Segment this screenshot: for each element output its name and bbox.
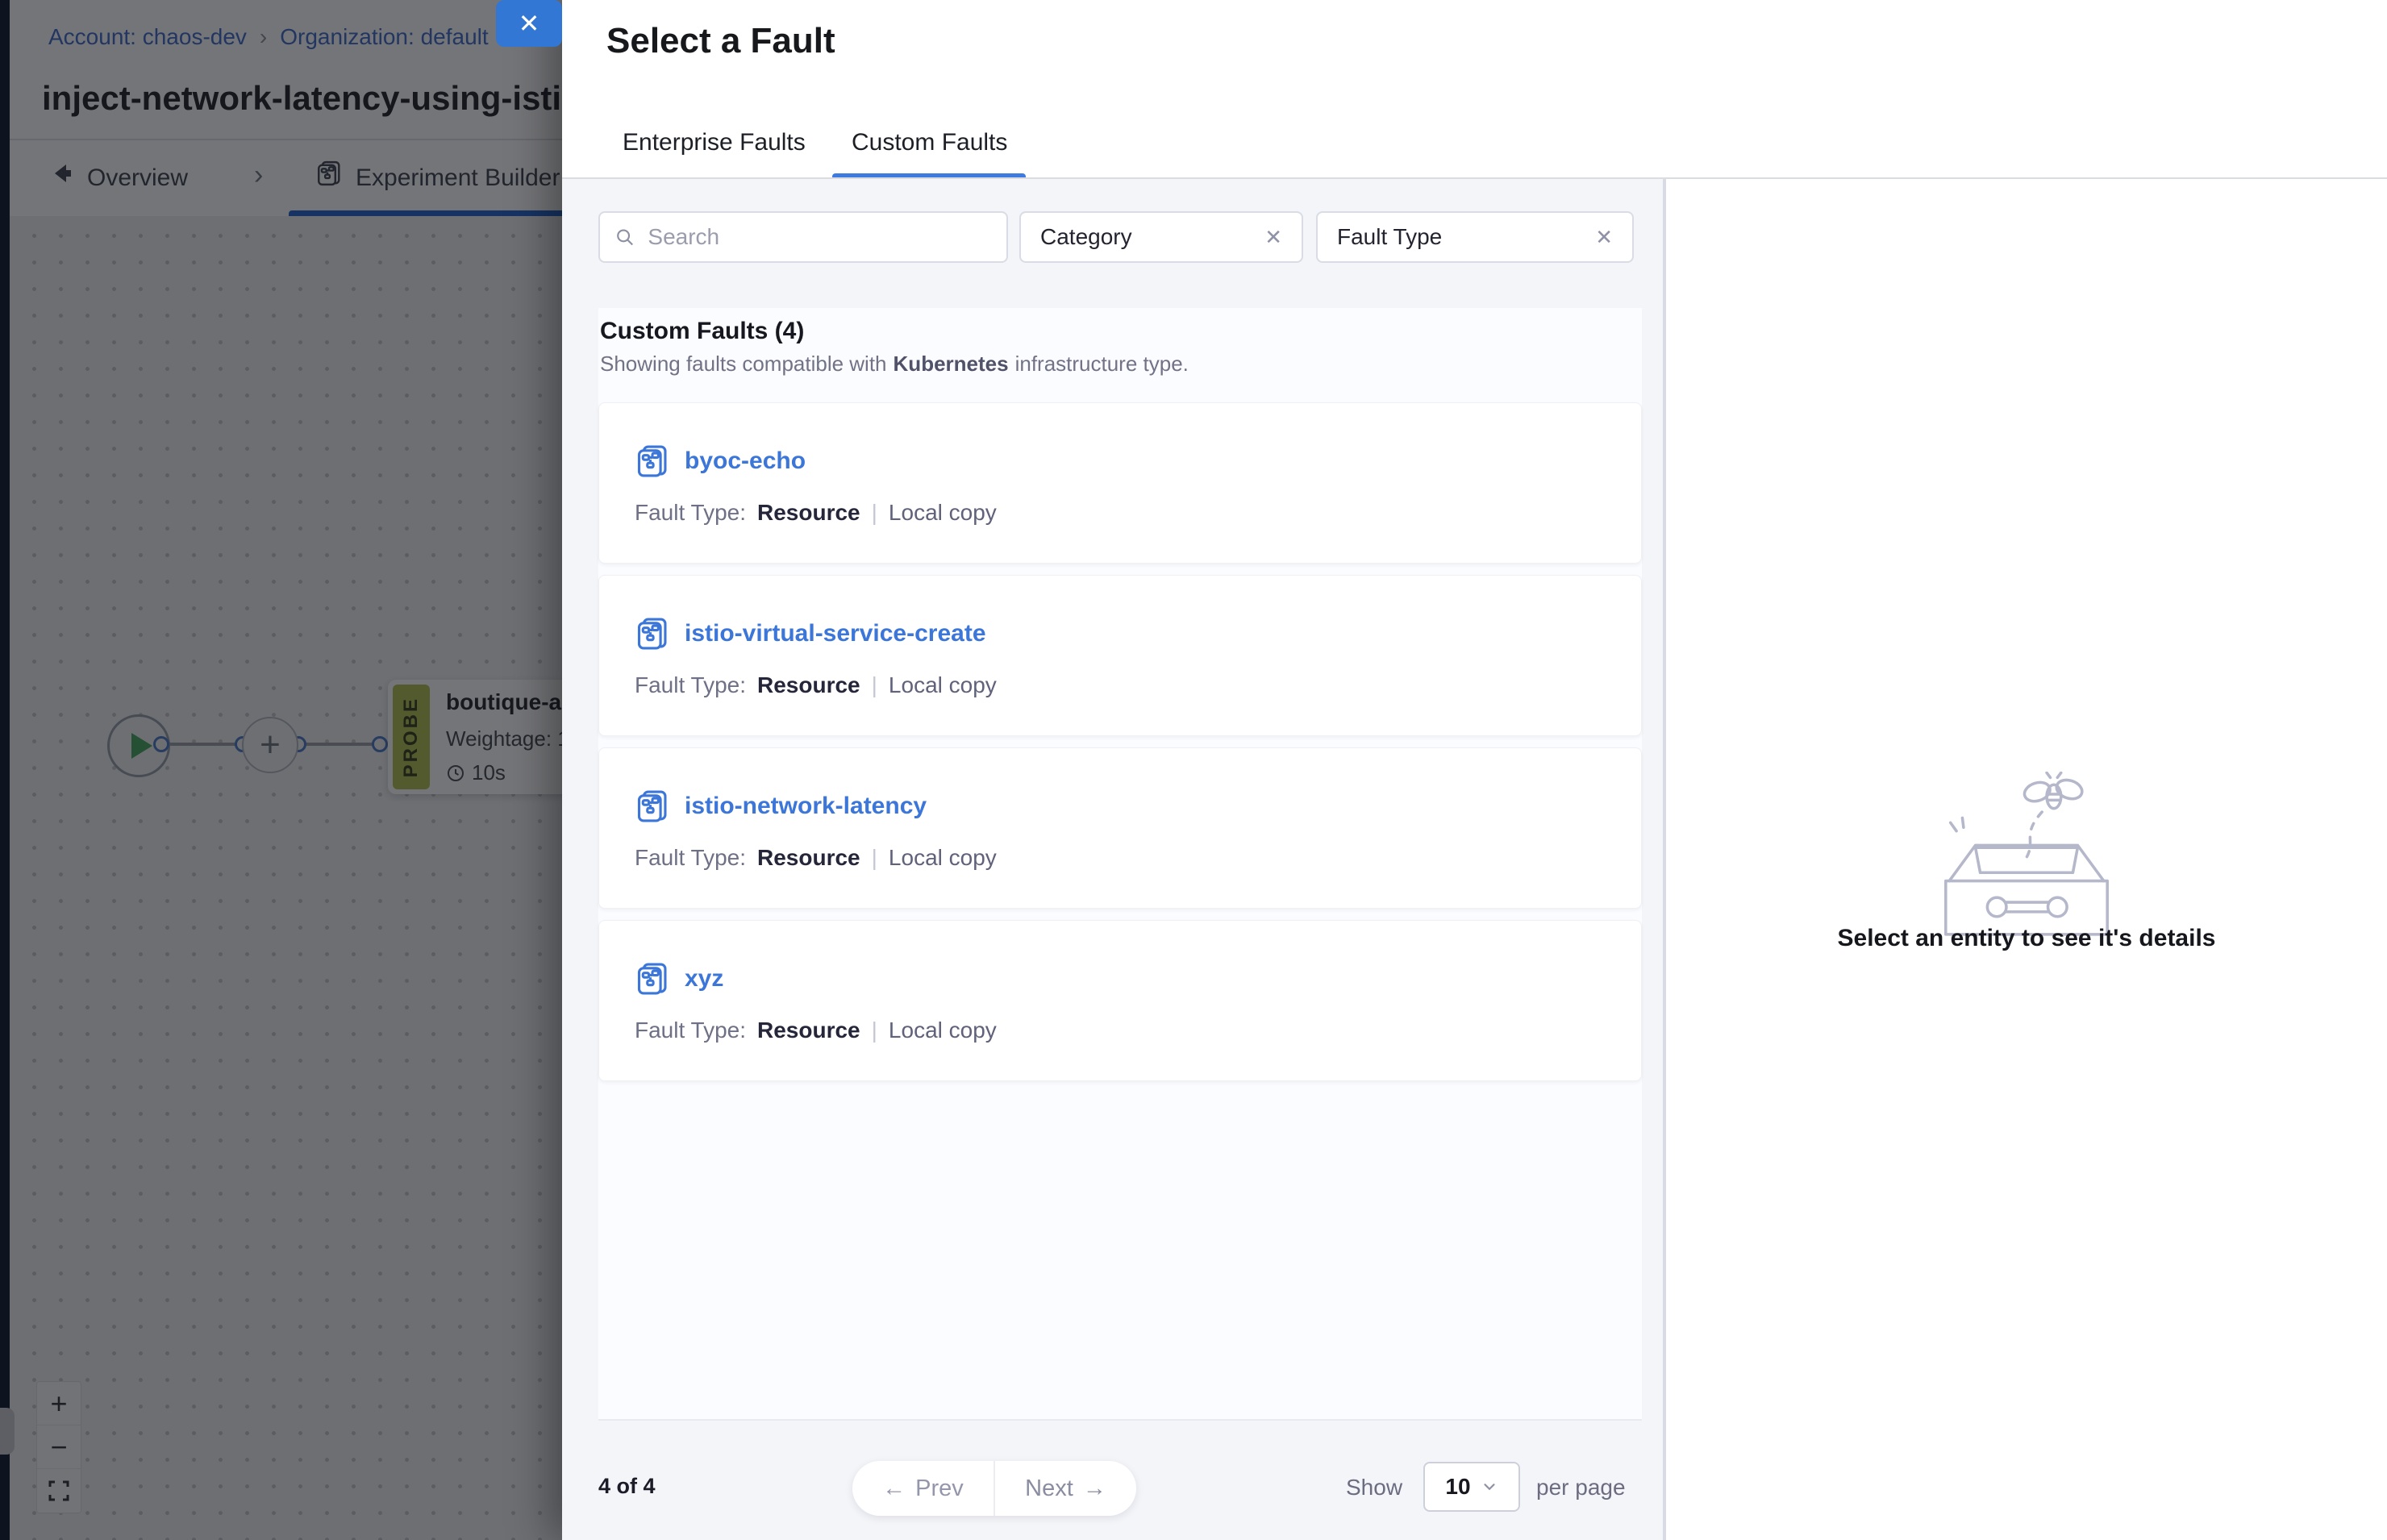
category-filter-label: Category <box>1040 224 1132 250</box>
fault-icon <box>635 443 670 479</box>
fault-card[interactable]: istio-network-latency Fault Type: Resour… <box>598 747 1642 909</box>
close-button[interactable]: ✕ <box>496 0 562 47</box>
fault-card[interactable]: istio-virtual-service-create Fault Type:… <box>598 575 1642 736</box>
fault-meta: Fault Type: Resource | Local copy <box>635 1018 997 1043</box>
select-fault-modal: ✕ Select a Fault Enterprise Faults Custo… <box>562 0 2387 1540</box>
modal-title: Select a Fault <box>606 21 835 61</box>
arrow-right-icon: → <box>1083 1475 1106 1502</box>
list-heading: Custom Faults (4) <box>600 318 1642 345</box>
list-subtitle: Showing faults compatible withKubernetes… <box>600 352 1642 377</box>
custom-faults-list: Custom Faults (4) Showing faults compati… <box>598 308 1642 1421</box>
fault-name-link[interactable]: istio-network-latency <box>685 793 927 820</box>
page-size-select[interactable]: 10 <box>1423 1462 1520 1512</box>
fault-name-link[interactable]: byoc-echo <box>685 447 806 475</box>
per-page-label: per page <box>1536 1475 1626 1500</box>
tab-enterprise-faults[interactable]: Enterprise Faults <box>623 129 806 177</box>
fault-meta: Fault Type: Resource | Local copy <box>635 672 997 698</box>
close-icon: ✕ <box>519 8 540 39</box>
arrow-left-icon: ← <box>882 1475 906 1502</box>
fault-card[interactable]: byoc-echo Fault Type: Resource | Local c… <box>598 402 1642 564</box>
chevron-down-icon <box>1481 1478 1498 1496</box>
fault-type-filter[interactable]: Fault Type ✕ <box>1316 211 1634 263</box>
fault-icon <box>635 961 670 997</box>
show-label: Show <box>1346 1475 1402 1500</box>
empty-state-text: Select an entity to see it's details <box>1666 925 2387 952</box>
fault-icon <box>635 789 670 824</box>
clear-icon[interactable]: ✕ <box>1264 225 1282 250</box>
fault-name-link[interactable]: xyz <box>685 965 723 993</box>
fault-meta: Fault Type: Resource | Local copy <box>635 500 997 526</box>
search-input[interactable] <box>646 223 992 251</box>
infrastructure-type: Kubernetes <box>894 352 1009 376</box>
fault-name-link[interactable]: istio-virtual-service-create <box>685 620 986 647</box>
search-icon <box>614 226 635 248</box>
clear-icon[interactable]: ✕ <box>1595 225 1613 250</box>
fault-icon <box>635 616 670 651</box>
prev-page-button[interactable]: ← Prev <box>852 1461 995 1516</box>
fault-card[interactable]: xyz Fault Type: Resource | Local copy <box>598 920 1642 1081</box>
fault-type-filter-label: Fault Type <box>1337 224 1442 250</box>
tab-custom-faults[interactable]: Custom Faults <box>852 129 1007 177</box>
category-filter[interactable]: Category ✕ <box>1019 211 1303 263</box>
search-field <box>598 211 1008 263</box>
fault-meta: Fault Type: Resource | Local copy <box>635 845 997 871</box>
fault-details-panel: Select an entity to see it's details <box>1663 179 2387 1540</box>
pager: ← Prev Next → <box>852 1461 1136 1516</box>
page-size-value: 10 <box>1445 1474 1470 1500</box>
pagination-count: 4 of 4 <box>598 1474 656 1499</box>
next-page-button[interactable]: Next → <box>995 1461 1136 1516</box>
